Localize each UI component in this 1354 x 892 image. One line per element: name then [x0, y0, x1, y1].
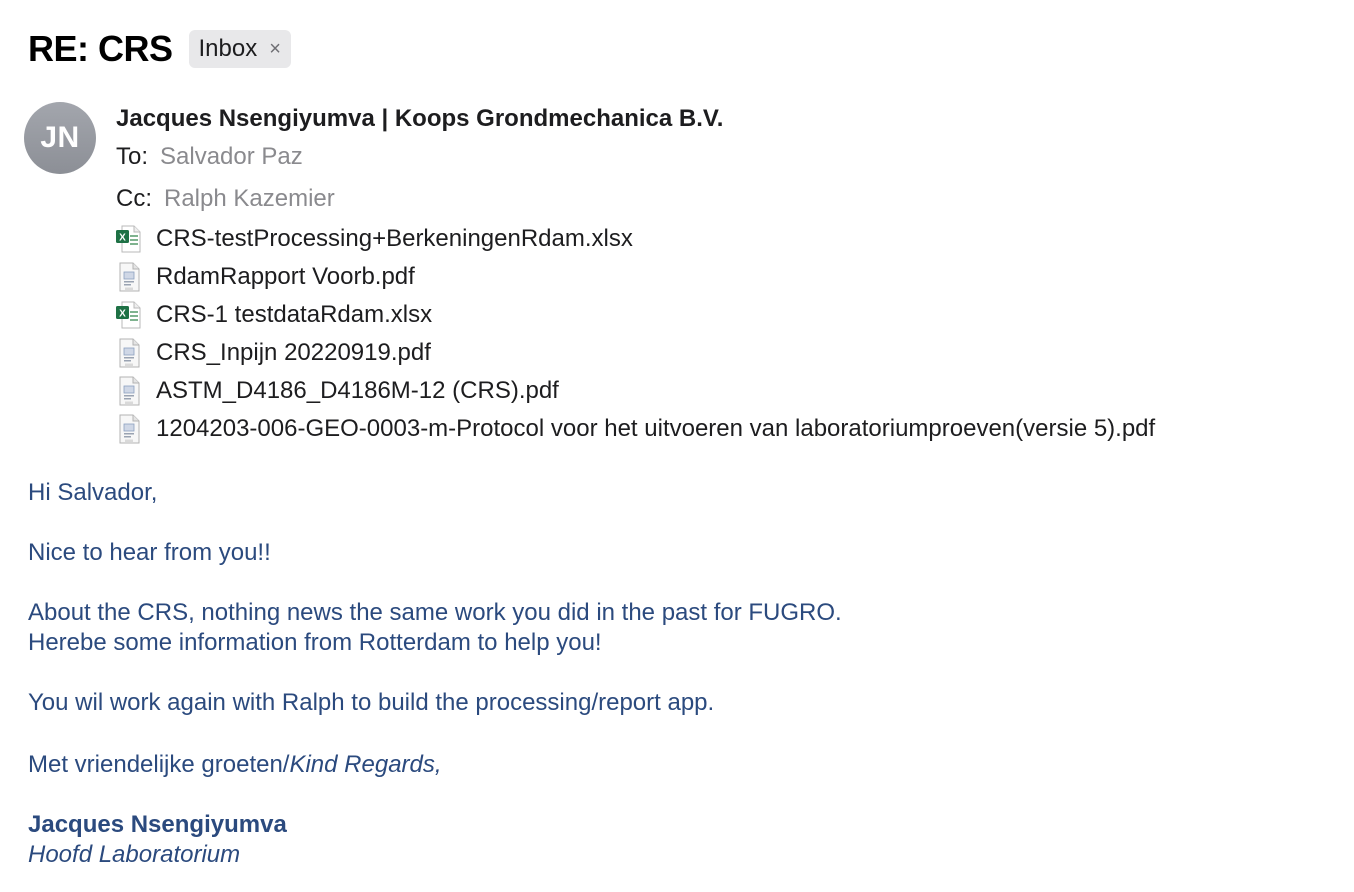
- attachment-filename: CRS-testProcessing+BerkeningenRdam.xlsx: [156, 225, 633, 252]
- closing-italic: Kind Regards,: [289, 751, 442, 778]
- subject-row: RE: CRS Inbox ×: [28, 28, 291, 70]
- attachment-item[interactable]: X CRS-1 testdataRdam.xlsx: [116, 296, 1155, 334]
- cc-label: Cc:: [116, 185, 152, 212]
- attachment-item[interactable]: X CRS-testProcessing+BerkeningenRdam.xls…: [116, 220, 1155, 258]
- message-header: Jacques Nsengiyumva | Koops Grondmechani…: [116, 102, 1155, 448]
- avatar-initials: JN: [40, 121, 80, 154]
- pdf-icon: [119, 262, 140, 292]
- attachment-filename: 1204203-006-GEO-0003-m-Protocol voor het…: [156, 415, 1156, 442]
- body-paragraph: Nice to hear from you!!: [28, 539, 271, 566]
- pdf-icon: [119, 414, 140, 444]
- closing: Met vriendelijke groeten/Kind Regards,: [28, 750, 1328, 780]
- svg-text:X: X: [119, 233, 126, 244]
- message-subject: RE: CRS: [28, 28, 173, 69]
- attachment-item[interactable]: RdamRapport Voorb.pdf: [116, 258, 1155, 296]
- body-paragraph: You wil work again with Ralph to build t…: [28, 689, 715, 716]
- body-paragraph: Herebe some information from Rotterdam t…: [28, 629, 602, 656]
- attachment-list: X CRS-testProcessing+BerkeningenRdam.xls…: [116, 220, 1155, 448]
- attachment-filename: RdamRapport Voorb.pdf: [156, 263, 415, 290]
- sender-avatar: JN: [24, 102, 96, 174]
- attachment-filename: CRS_Inpijn 20220919.pdf: [156, 339, 431, 366]
- closing-regular: Met vriendelijke groeten/: [28, 751, 290, 778]
- pdf-icon: [119, 376, 140, 406]
- excel-icon: X: [116, 225, 141, 253]
- to-recipient[interactable]: Salvador Paz: [160, 143, 303, 170]
- cc-row: Cc: Ralph Kazemier: [116, 178, 1155, 220]
- svg-text:X: X: [119, 309, 126, 320]
- sender-name[interactable]: Jacques Nsengiyumva | Koops Grondmechani…: [116, 102, 1155, 136]
- signature-title: Hoofd Laboratorium: [28, 841, 241, 868]
- cc-recipient[interactable]: Ralph Kazemier: [164, 185, 335, 212]
- attachment-item[interactable]: CRS_Inpijn 20220919.pdf: [116, 334, 1155, 372]
- greeting: Hi Salvador,: [28, 479, 158, 506]
- attachment-filename: ASTM_D4186_D4186M-12 (CRS).pdf: [156, 377, 559, 404]
- excel-icon: X: [116, 301, 141, 329]
- remove-label-icon[interactable]: ×: [269, 38, 281, 61]
- attachment-filename: CRS-1 testdataRdam.xlsx: [156, 301, 433, 328]
- signature-name: Jacques Nsengiyumva: [28, 811, 287, 838]
- message-body: Hi Salvador, Nice to hear from you!! Abo…: [28, 478, 1328, 870]
- body-paragraph: About the CRS, nothing news the same wor…: [28, 599, 842, 626]
- to-label: To:: [116, 143, 149, 170]
- attachment-item[interactable]: ASTM_D4186_D4186M-12 (CRS).pdf: [116, 372, 1155, 410]
- to-row: To: Salvador Paz: [116, 136, 1155, 178]
- pdf-icon: [119, 338, 140, 368]
- attachment-item[interactable]: 1204203-006-GEO-0003-m-Protocol voor het…: [116, 410, 1155, 448]
- mailbox-label-chip[interactable]: Inbox ×: [188, 30, 291, 68]
- mailbox-label-text: Inbox: [198, 35, 258, 62]
